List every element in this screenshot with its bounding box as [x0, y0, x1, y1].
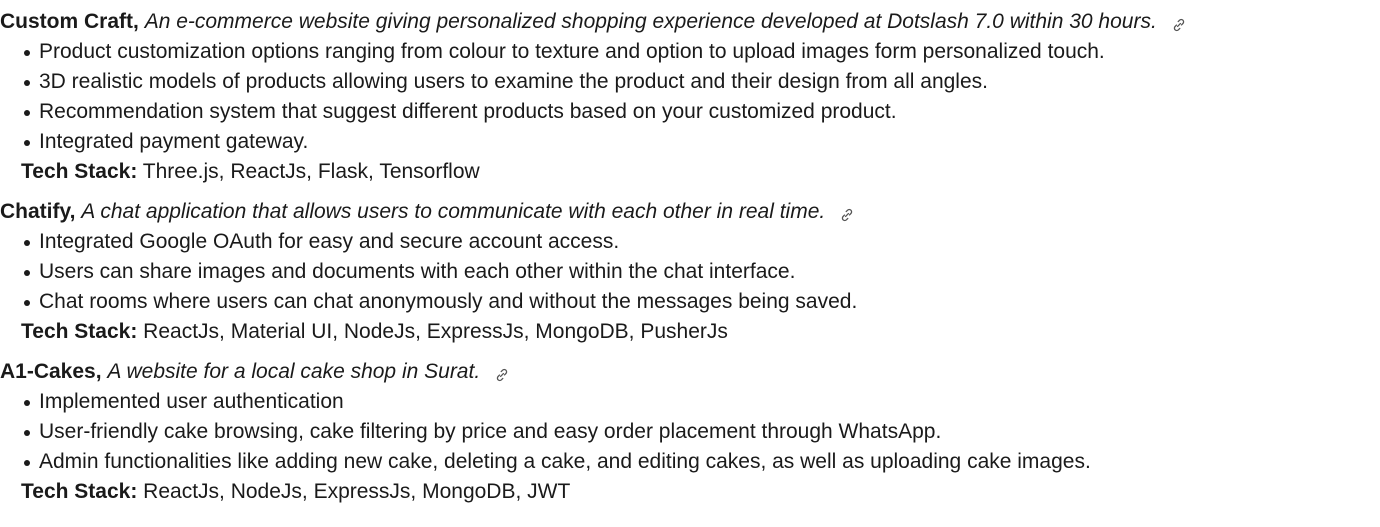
project-name: A1-Cakes, — [0, 360, 102, 383]
list-item: 3D realistic models of products allowing… — [21, 67, 1380, 97]
project-name: Custom Craft, — [0, 10, 139, 33]
project-heading: Custom Craft, An e-commerce website givi… — [0, 7, 1380, 37]
projects-section: Custom Craft, An e-commerce website givi… — [0, 0, 1380, 527]
project-name: Chatify, — [0, 200, 76, 223]
tech-stack-label: Tech Stack: — [21, 160, 138, 183]
list-item: Product customization options ranging fr… — [21, 37, 1380, 67]
list-item: Integrated payment gateway. — [21, 127, 1380, 157]
list-item: Users can share images and documents wit… — [21, 257, 1380, 287]
tech-stack: Tech Stack: Three.js, ReactJs, Flask, Te… — [0, 157, 1380, 187]
project-chatify: Chatify, A chat application that allows … — [0, 197, 1380, 347]
project-bullets: Integrated Google OAuth for easy and sec… — [0, 227, 1380, 317]
tech-stack-label: Tech Stack: — [21, 480, 138, 503]
tech-stack-value: ReactJs, Material UI, NodeJs, ExpressJs,… — [143, 320, 728, 343]
list-item: Admin functionalities like adding new ca… — [21, 447, 1380, 477]
tech-stack-value: ReactJs, NodeJs, ExpressJs, MongoDB, JWT — [143, 480, 571, 503]
project-custom-craft: Custom Craft, An e-commerce website givi… — [0, 7, 1380, 187]
tech-stack-label: Tech Stack: — [21, 320, 138, 343]
link-icon[interactable] — [1171, 12, 1187, 32]
list-item: Chat rooms where users can chat anonymou… — [21, 287, 1380, 317]
project-heading: A1-Cakes, A website for a local cake sho… — [0, 357, 1380, 387]
tech-stack: Tech Stack: ReactJs, NodeJs, ExpressJs, … — [0, 477, 1380, 507]
list-item: Integrated Google OAuth for easy and sec… — [21, 227, 1380, 257]
link-icon[interactable] — [494, 362, 510, 382]
link-icon[interactable] — [839, 202, 855, 222]
project-description: An e-commerce website giving personalize… — [144, 10, 1157, 33]
list-item: Recommendation system that suggest diffe… — [21, 97, 1380, 127]
project-bullets: Implemented user authentication User-fri… — [0, 387, 1380, 477]
project-heading: Chatify, A chat application that allows … — [0, 197, 1380, 227]
project-description: A chat application that allows users to … — [81, 200, 826, 223]
list-item: Implemented user authentication — [21, 387, 1380, 417]
project-a1-cakes: A1-Cakes, A website for a local cake sho… — [0, 357, 1380, 507]
project-bullets: Product customization options ranging fr… — [0, 37, 1380, 157]
project-description: A website for a local cake shop in Surat… — [107, 360, 481, 383]
tech-stack: Tech Stack: ReactJs, Material UI, NodeJs… — [0, 317, 1380, 347]
tech-stack-value: Three.js, ReactJs, Flask, Tensorflow — [142, 160, 480, 183]
list-item: User-friendly cake browsing, cake filter… — [21, 417, 1380, 447]
